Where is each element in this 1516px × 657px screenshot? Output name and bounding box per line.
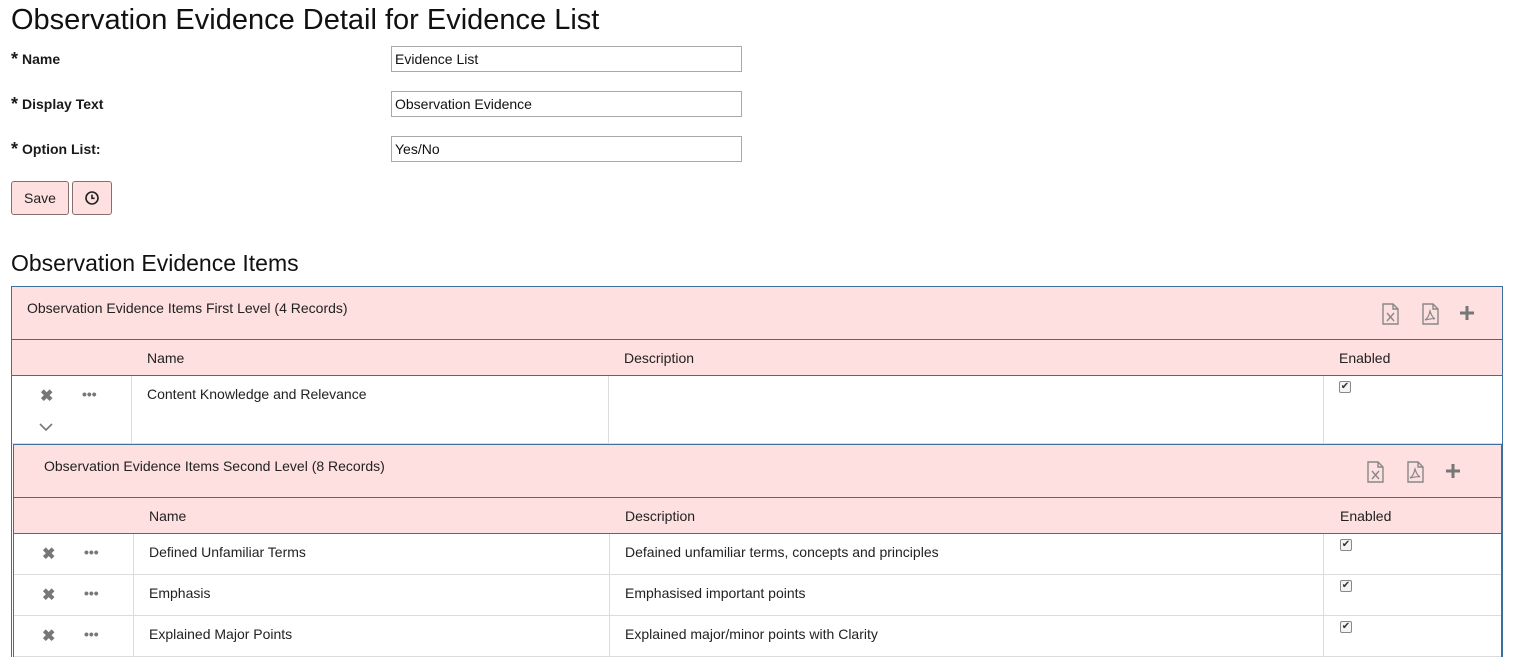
history-icon: [85, 191, 99, 205]
column-header-description[interactable]: Description: [625, 508, 695, 524]
option-list-label-text: Option List:: [22, 141, 101, 157]
enabled-checkbox[interactable]: ✔: [1339, 381, 1351, 393]
display-text-label: * Display Text: [11, 95, 103, 113]
enabled-checkbox[interactable]: ✔: [1340, 539, 1352, 551]
column-header-enabled[interactable]: Enabled: [1340, 508, 1391, 524]
save-button[interactable]: Save: [11, 181, 69, 215]
column-header-name[interactable]: Name: [147, 350, 184, 366]
first-level-column-header: Name Description Enabled: [12, 340, 1502, 376]
column-header-description[interactable]: Description: [624, 350, 694, 366]
excel-export-icon[interactable]: [1380, 303, 1400, 325]
first-level-caption: Observation Evidence Items First Level (…: [27, 300, 348, 316]
history-button[interactable]: [72, 181, 112, 215]
row-description: Defained unfamiliar terms, concepts and …: [625, 544, 939, 560]
column-header-enabled[interactable]: Enabled: [1339, 350, 1390, 366]
chevron-down-icon[interactable]: [39, 420, 53, 434]
page-title: Observation Evidence Detail for Evidence…: [11, 4, 600, 36]
enabled-checkbox[interactable]: ✔: [1340, 621, 1352, 633]
table-row: ✖ ••• Defined Unfamiliar Terms Defained …: [14, 534, 1501, 575]
first-level-grid: Observation Evidence Items First Level (…: [11, 286, 1503, 657]
delete-x-icon[interactable]: ✖: [42, 547, 55, 563]
more-dots-icon[interactable]: •••: [84, 627, 99, 641]
section-title: Observation Evidence Items: [11, 250, 299, 276]
more-dots-icon[interactable]: •••: [84, 545, 99, 559]
row-name: Content Knowledge and Relevance: [147, 386, 367, 402]
display-text-label-text: Display Text: [22, 96, 104, 112]
table-row: ✖ ••• Explained Major Points Explained m…: [14, 616, 1501, 657]
second-level-grid: Observation Evidence Items Second Level …: [13, 444, 1502, 657]
column-header-name[interactable]: Name: [149, 508, 186, 524]
option-list-input[interactable]: [391, 136, 742, 162]
second-level-column-header: Name Description Enabled: [14, 498, 1501, 534]
required-mark: *: [11, 94, 19, 114]
plus-icon[interactable]: [1445, 463, 1465, 485]
page-root: Observation Evidence Detail for Evidence…: [0, 0, 1516, 657]
row-description: Explained major/minor points with Clarit…: [625, 626, 878, 642]
row-name: Defined Unfamiliar Terms: [149, 544, 306, 560]
more-dots-icon[interactable]: •••: [82, 387, 97, 401]
option-list-label: * Option List:: [11, 140, 101, 158]
pdf-export-icon[interactable]: [1405, 461, 1425, 483]
name-label-text: Name: [22, 51, 61, 67]
required-mark: *: [11, 49, 19, 69]
name-input[interactable]: [391, 46, 742, 72]
required-mark: *: [11, 139, 19, 159]
plus-icon[interactable]: [1459, 305, 1479, 327]
name-label: * Name: [11, 50, 60, 68]
pdf-export-icon[interactable]: [1420, 303, 1440, 325]
table-row: ✖ ••• Content Knowledge and Relevance ✔: [12, 376, 1502, 444]
row-name: Explained Major Points: [149, 626, 293, 642]
excel-export-icon[interactable]: [1365, 461, 1385, 483]
table-row: ✖ ••• Emphasis Emphasised important poin…: [14, 575, 1501, 616]
delete-x-icon[interactable]: ✖: [40, 389, 53, 405]
second-level-grid-header: Observation Evidence Items Second Level …: [14, 445, 1501, 498]
enabled-checkbox[interactable]: ✔: [1340, 580, 1352, 592]
delete-x-icon[interactable]: ✖: [42, 629, 55, 645]
first-level-grid-header: Observation Evidence Items First Level (…: [12, 287, 1502, 340]
more-dots-icon[interactable]: •••: [84, 586, 99, 600]
second-level-caption: Observation Evidence Items Second Level …: [44, 458, 385, 474]
display-text-input[interactable]: [391, 91, 742, 117]
delete-x-icon[interactable]: ✖: [42, 588, 55, 604]
row-description: Emphasised important points: [625, 585, 806, 601]
row-name: Emphasis: [149, 585, 211, 601]
